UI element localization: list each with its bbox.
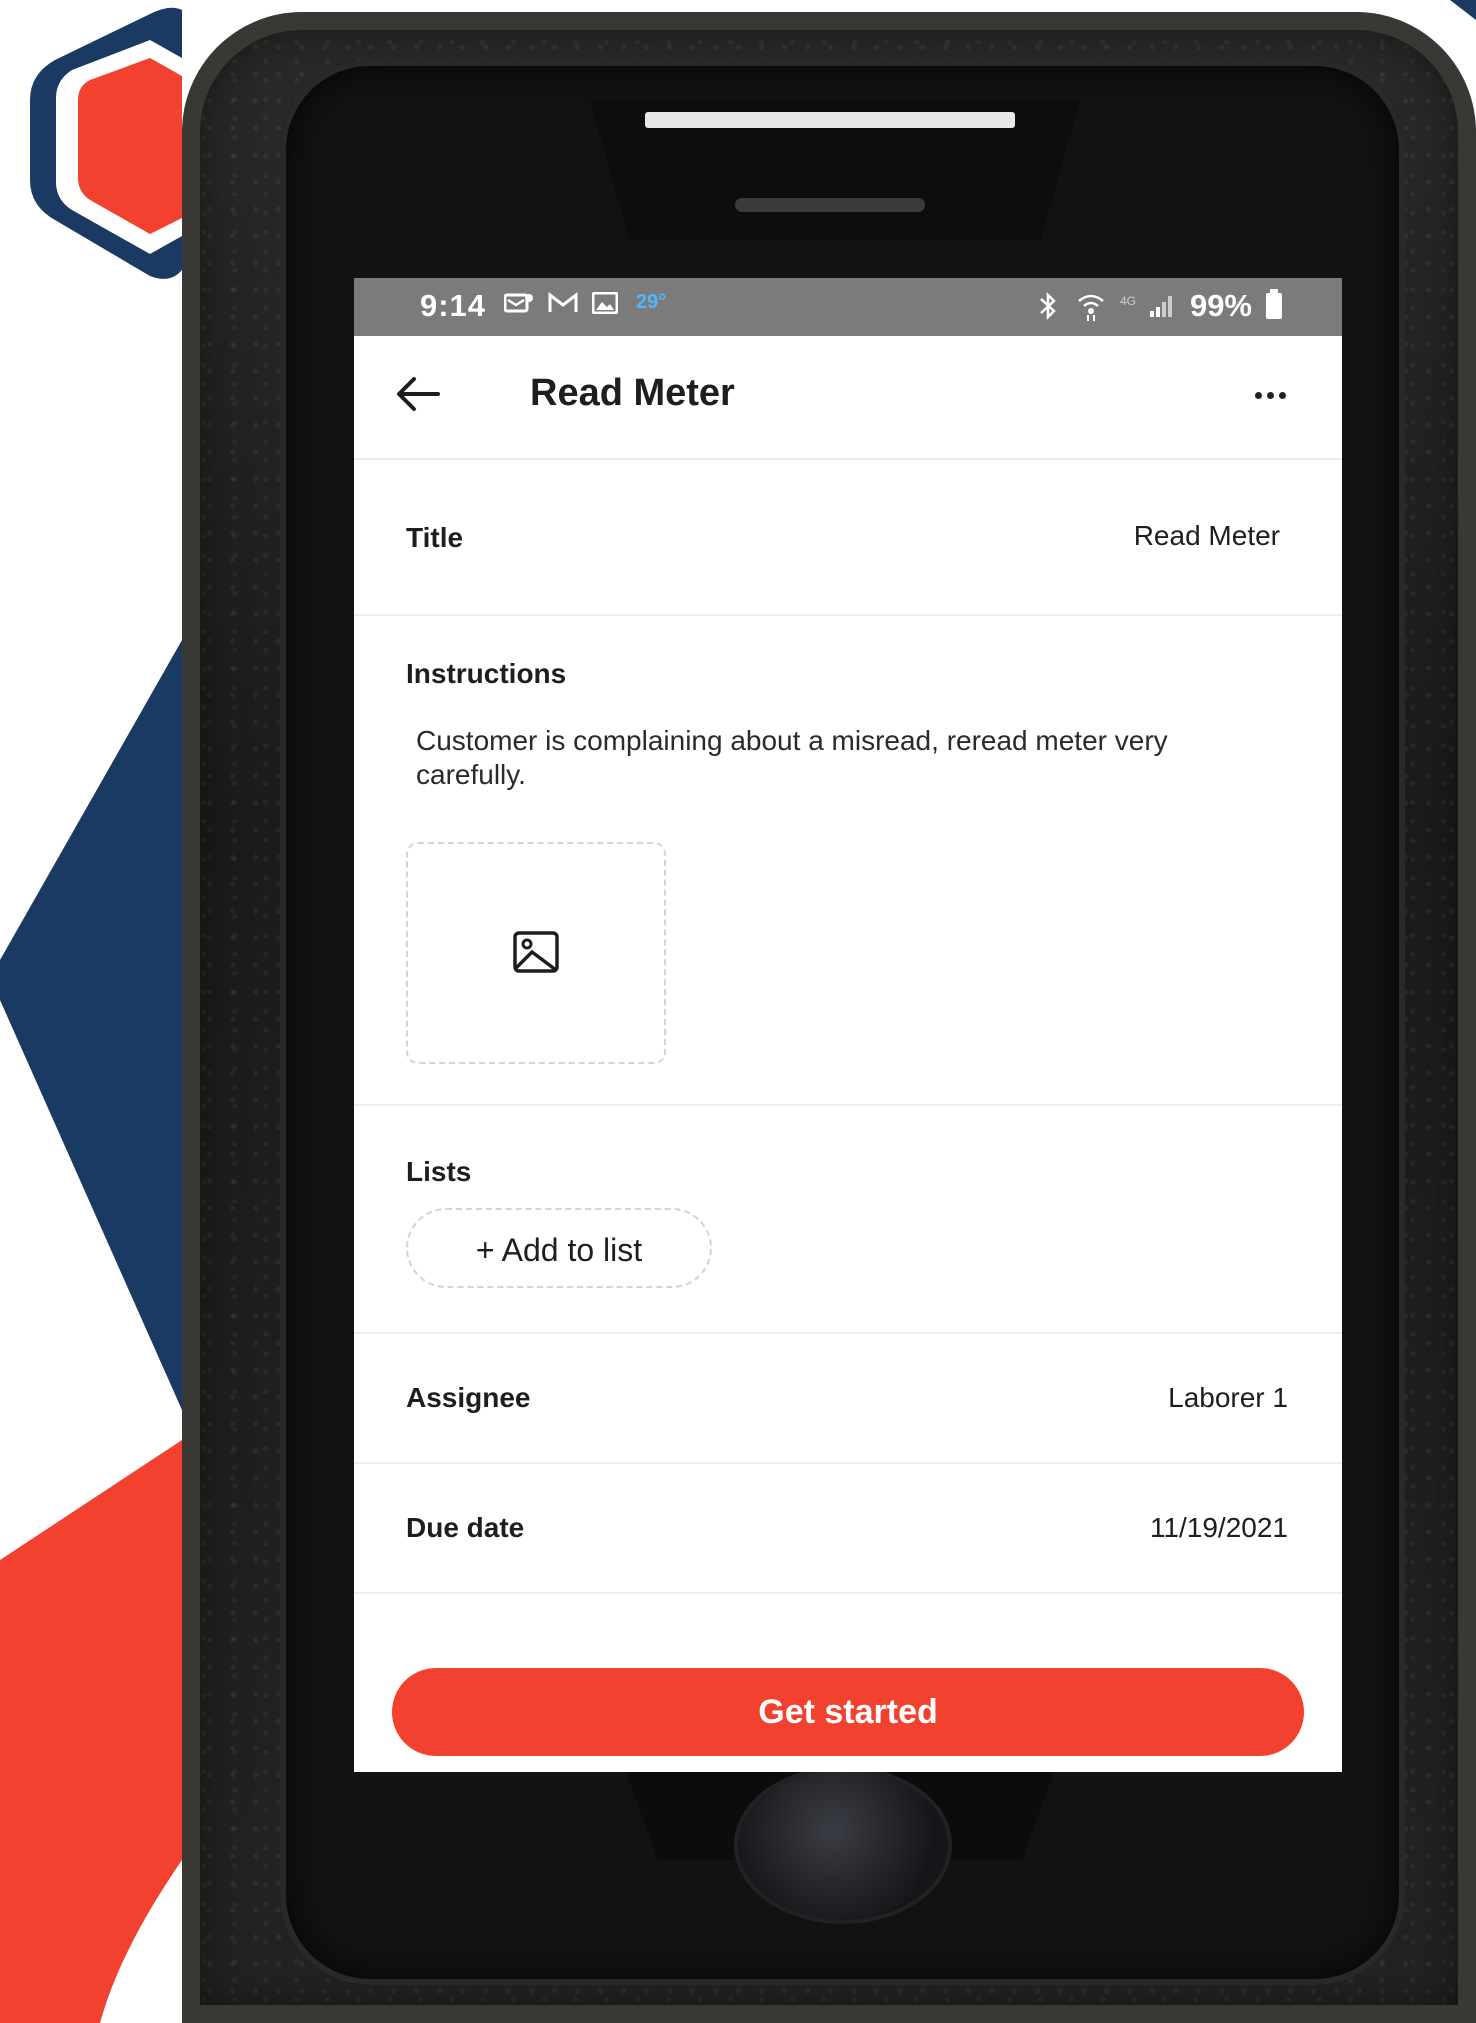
weather-temperature: 29°	[636, 291, 667, 313]
logo-icon	[30, 7, 182, 279]
instructions-label: Instructions	[406, 658, 567, 689]
gmail-icon	[548, 291, 578, 312]
add-image-box[interactable]	[406, 842, 666, 1064]
lists-label: Lists	[406, 1156, 472, 1187]
instructions-text: Customer is complaining about a misread,…	[416, 725, 1168, 790]
phone-screen: 9:14 29° 4G 99% Read Meter Title Read Me…	[354, 278, 1342, 1772]
more-options-icon[interactable]	[1255, 392, 1286, 399]
get-started-button[interactable]: Get started	[392, 1668, 1304, 1756]
assignee-value: Laborer 1	[1168, 1382, 1288, 1413]
status-bar: 9:14 29° 4G 99%	[354, 278, 1342, 336]
message-icon	[504, 293, 533, 312]
assignee-row[interactable]: Assignee Laborer 1	[354, 1334, 1342, 1464]
image-icon	[513, 931, 559, 973]
gallery-icon	[592, 291, 618, 314]
earpiece-icon	[735, 198, 925, 212]
system-icons: 4G 99%	[1034, 288, 1282, 324]
wifi-icon	[1078, 294, 1104, 321]
due-date-label: Due date	[406, 1512, 525, 1543]
signal-icon: 4G	[1120, 294, 1172, 317]
instructions-section: Instructions Customer is complaining abo…	[354, 616, 1342, 1106]
battery-icon	[1266, 289, 1282, 319]
title-row: Title Read Meter	[354, 460, 1342, 616]
speaker-glass	[645, 112, 1015, 128]
navy-shape	[0, 640, 182, 1410]
home-button[interactable]	[738, 1770, 948, 1920]
add-to-list-button[interactable]: + Add to list	[406, 1208, 712, 1288]
notification-icons: 29°	[504, 291, 666, 314]
app-bar: Read Meter	[354, 336, 1342, 460]
svg-text:4G: 4G	[1120, 294, 1136, 308]
bluetooth-icon	[1040, 291, 1056, 321]
assignee-label: Assignee	[406, 1382, 531, 1413]
battery-percentage: 99%	[1189, 288, 1252, 323]
status-time: 9:14	[420, 288, 487, 323]
title-label: Title	[406, 522, 464, 553]
lists-section: Lists + Add to list	[354, 1106, 1342, 1334]
page-title: Read Meter	[530, 372, 735, 414]
title-value: Read Meter	[1133, 520, 1280, 551]
due-date-row[interactable]: Due date 11/19/2021	[354, 1464, 1342, 1594]
due-date-value: 11/19/2021	[1149, 1512, 1288, 1543]
back-arrow-icon[interactable]	[394, 374, 442, 414]
